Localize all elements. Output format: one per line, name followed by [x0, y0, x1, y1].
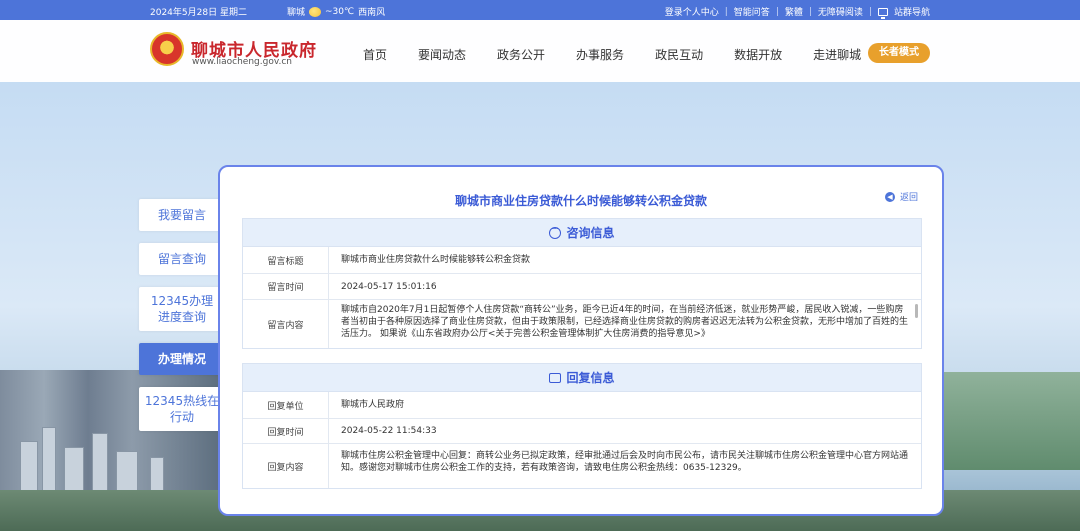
login-link[interactable]: 登录个人中心 [665, 5, 719, 18]
table-row: 留言时间 2024-05-17 15:01:16 [243, 274, 921, 300]
back-arrow-icon: ◀ [885, 191, 895, 202]
landscape-image [940, 372, 1080, 472]
detail-panel: 聊城市商业住房贷款什么时候能够转公积金贷款 ◀ 返回 咨询信息 留言标题 聊城市… [218, 165, 944, 516]
row-label: 留言标题 [243, 247, 329, 273]
back-button[interactable]: ◀ 返回 [885, 190, 918, 203]
nav-home[interactable]: 首页 [363, 46, 387, 63]
sidebar-item-12345-progress[interactable]: 12345办理进度查询 [139, 287, 225, 331]
traditional-chinese-link[interactable]: 繁體 [785, 5, 803, 18]
row-value: 聊城市商业住房贷款什么时候能够转公积金贷款 [341, 255, 531, 265]
nav-gov-affairs[interactable]: 政务公开 [497, 46, 545, 63]
current-date: 2024年5月28日 星期二 [150, 8, 247, 18]
nav-services[interactable]: 办事服务 [576, 46, 624, 63]
row-label: 留言时间 [243, 274, 329, 299]
weather-city: 聊城 [287, 8, 306, 18]
national-emblem-logo[interactable] [150, 32, 184, 66]
top-links: 登录个人中心 | 智能问答 | 繁體 | 无障碍阅读 | 站群导航 [665, 5, 930, 19]
consult-section: 咨询信息 留言标题 聊城市商业住房贷款什么时候能够转公积金贷款 留言时间 202… [242, 218, 922, 349]
nav-open-data[interactable]: 数据开放 [734, 46, 782, 63]
reply-heading: 回复信息 [566, 371, 615, 385]
site-header: 聊城市人民政府 www.liaocheng.gov.cn 首页 要闻动态 政务公… [0, 20, 1080, 82]
nav-about-city[interactable]: 走进聊城 [813, 46, 861, 63]
sun-icon [309, 6, 322, 17]
consult-section-header: 咨询信息 [243, 219, 921, 247]
table-row: 回复单位 聊城市人民政府 [243, 392, 921, 419]
smart-qa-link[interactable]: 智能问答 [734, 5, 770, 18]
table-row: 回复内容 聊城市住房公积金管理中心回复：商转公业务已拟定政策，经审批通过后会及时… [243, 444, 921, 488]
row-label: 回复内容 [243, 444, 329, 488]
page-title: 聊城市商业住房贷款什么时候能够转公积金贷款 [454, 194, 707, 208]
row-value: 2024-05-17 15:01:16 [341, 281, 437, 292]
elder-mode-button[interactable]: 长者模式 [868, 43, 930, 63]
monitor-icon [877, 7, 888, 19]
accessibility-link[interactable]: 无障碍阅读 [818, 5, 863, 18]
nav-news[interactable]: 要闻动态 [418, 46, 466, 63]
chat-icon [549, 224, 562, 239]
nav-interaction[interactable]: 政民互动 [655, 46, 703, 63]
row-label: 回复时间 [243, 419, 329, 443]
site-url: www.liaocheng.gov.cn [192, 57, 292, 67]
row-label: 回复单位 [243, 392, 329, 418]
sidebar-item-message-query[interactable]: 留言查询 [139, 243, 225, 275]
message-content: 聊城市自2020年7月1日起暂停个人住房贷款“商转公”业务，距今已近4年的时间，… [341, 305, 909, 339]
divider: | [775, 6, 779, 17]
site-group-nav-link[interactable]: 站群导航 [894, 5, 930, 18]
reply-content: 聊城市住房公积金管理中心回复：商转公业务已拟定政策，经审批通过后会及时向市民公布… [341, 451, 909, 473]
table-row: 留言标题 聊城市商业住房贷款什么时候能够转公积金贷款 [243, 247, 921, 274]
main-nav: 首页 要闻动态 政务公开 办事服务 政民互动 数据开放 走进聊城 [363, 46, 892, 63]
sidebar-item-12345-hotline[interactable]: 12345热线在行动 [139, 387, 225, 431]
divider: | [868, 6, 872, 17]
sidebar-item-handling-status[interactable]: 办理情况 [139, 343, 225, 375]
divider: | [724, 6, 728, 17]
weather-temperature: ~30℃ [325, 6, 355, 17]
row-value: 聊城市人民政府 [341, 400, 405, 410]
back-label: 返回 [900, 193, 919, 203]
table-row: 留言内容 聊城市自2020年7月1日起暂停个人住房贷款“商转公”业务，距今已近4… [243, 300, 921, 348]
weather-wind: 西南风 [358, 8, 386, 18]
table-row: 回复时间 2024-05-22 11:54:33 [243, 419, 921, 444]
consult-heading: 咨询信息 [566, 226, 615, 240]
reply-section-header: 回复信息 [243, 364, 921, 392]
divider: | [808, 6, 812, 17]
top-bar: 2024年5月28日 星期二 聊城 ~30℃ 西南风 登录个人中心 | 智能问答… [0, 0, 1080, 20]
reply-section: 回复信息 回复单位 聊城市人民政府 回复时间 2024-05-22 11:54:… [242, 363, 922, 489]
sidebar-item-leave-message[interactable]: 我要留言 [139, 199, 225, 231]
weather-widget: 聊城 ~30℃ 西南风 [287, 5, 385, 18]
message-icon [549, 372, 562, 383]
scrollbar[interactable] [915, 304, 918, 318]
row-value: 2024-05-22 11:54:33 [341, 426, 437, 436]
row-label: 留言内容 [243, 300, 329, 348]
